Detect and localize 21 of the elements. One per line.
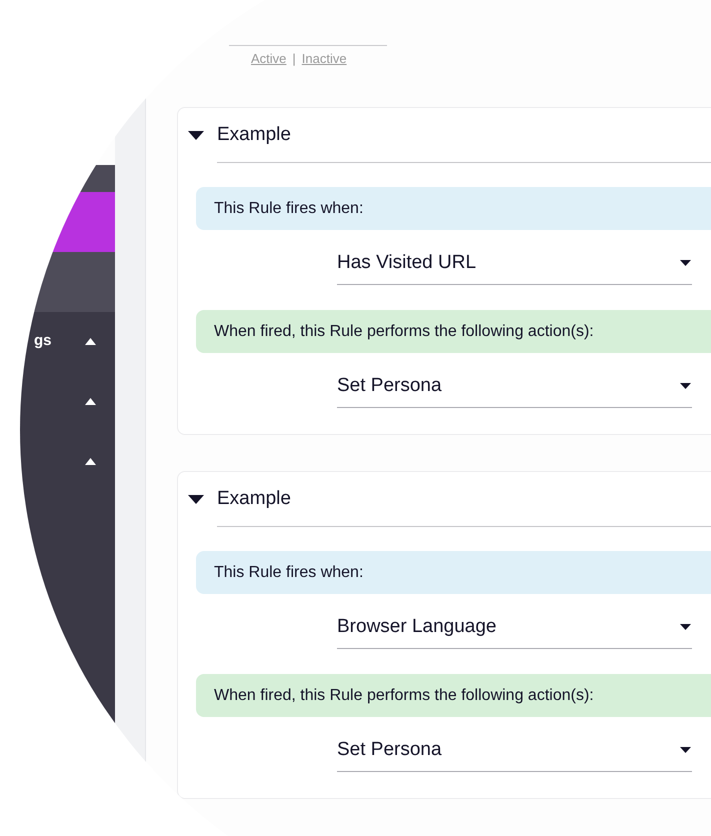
trigger-label: This Rule fires when: bbox=[214, 200, 364, 218]
action-label: When fired, this Rule performs the following action(s): bbox=[214, 686, 594, 704]
dropdown-caret-icon bbox=[680, 747, 691, 753]
caret-icon[interactable] bbox=[85, 398, 96, 405]
rule-title: Example bbox=[217, 472, 711, 526]
trigger-dropdown[interactable]: Has Visited URL bbox=[337, 242, 692, 285]
rule-title: Example bbox=[217, 108, 711, 162]
caret-icon[interactable] bbox=[85, 338, 96, 345]
caret-icon[interactable] bbox=[188, 494, 204, 504]
action-dropdown[interactable]: Set Persona bbox=[337, 365, 692, 408]
action-label: When fired, this Rule performs the following action(s): bbox=[214, 322, 594, 340]
sidebar-item[interactable]: gs bbox=[34, 332, 52, 349]
caret-icon[interactable] bbox=[188, 130, 204, 140]
dropdown-caret-icon bbox=[680, 383, 691, 389]
dropdown-caret-icon bbox=[680, 260, 691, 266]
dropdown-caret-icon bbox=[680, 624, 691, 630]
caret-icon[interactable] bbox=[85, 458, 96, 465]
trigger-dropdown[interactable]: Browser Language bbox=[337, 606, 692, 649]
separator-text: | bbox=[292, 51, 296, 66]
action-dropdown[interactable]: Set Persona bbox=[337, 729, 692, 772]
trigger-label: This Rule fires when: bbox=[214, 564, 364, 582]
